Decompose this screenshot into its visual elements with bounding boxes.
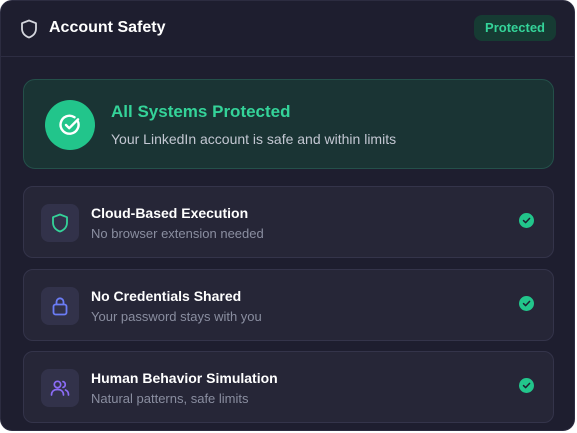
shield-icon — [20, 19, 38, 39]
panel-title: Account Safety — [49, 19, 166, 36]
summary-title: All Systems Protected — [111, 102, 291, 121]
shield-icon — [41, 204, 79, 242]
account-safety-panel: Account Safety Protected All Systems Pro… — [0, 0, 575, 431]
users-icon — [41, 369, 79, 407]
feature-subtitle: Your password stays with you — [91, 309, 262, 324]
feature-title: Cloud-Based Execution — [91, 205, 249, 221]
shield-check-icon — [45, 100, 95, 150]
panel-header: Account Safety Protected — [1, 1, 574, 57]
summary-subtitle: Your LinkedIn account is safe and within… — [111, 131, 397, 147]
feature-subtitle: No browser extension needed — [91, 226, 264, 241]
feature-title: No Credentials Shared — [91, 288, 242, 304]
check-circle-icon — [519, 378, 534, 393]
check-circle-icon — [519, 213, 534, 228]
feature-no-credentials: No Credentials Shared Your password stay… — [23, 269, 554, 341]
lock-icon — [41, 287, 79, 325]
protection-summary-card: All Systems Protected Your LinkedIn acco… — [23, 79, 554, 169]
check-circle-icon — [519, 296, 534, 311]
feature-title: Human Behavior Simulation — [91, 370, 278, 386]
feature-subtitle: Natural patterns, safe limits — [91, 391, 249, 406]
status-badge: Protected — [474, 15, 556, 41]
feature-cloud-execution: Cloud-Based Execution No browser extensi… — [23, 186, 554, 258]
feature-human-behavior: Human Behavior Simulation Natural patter… — [23, 351, 554, 423]
